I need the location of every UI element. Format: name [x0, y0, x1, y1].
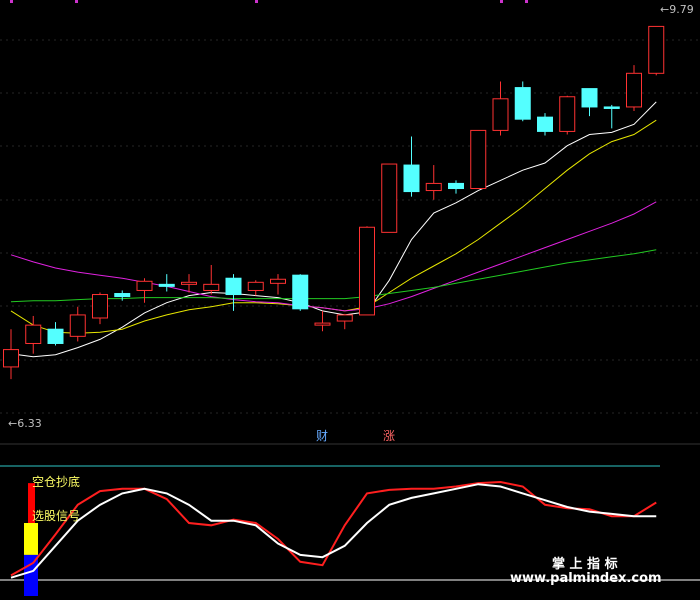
indicator-label-stock-signal: 选股信号 [32, 509, 80, 523]
event-markers: 财涨 [316, 428, 395, 443]
candle-body [603, 106, 620, 109]
candle-body [537, 116, 553, 132]
candle-body [3, 349, 19, 368]
low-price-label: ←6.33 [8, 417, 42, 430]
high-price-label: ←9.79 [660, 3, 694, 16]
candle-body [292, 274, 309, 310]
candle-body [403, 164, 420, 193]
top-dot [500, 0, 503, 3]
candle-body [158, 283, 175, 287]
marker-rise: 涨 [383, 428, 395, 443]
candle-body [203, 283, 220, 291]
candle-body [626, 72, 642, 108]
candle-body [514, 87, 531, 120]
stock-chart: ←6.33 ←9.79 财涨 空仓抄底 选股信号 掌 上 指 标 www.pal… [0, 0, 700, 596]
candle-body [25, 324, 42, 344]
watermark-title: 掌 上 指 标 [552, 556, 618, 572]
ma-line-4 [10, 249, 657, 303]
signal-bars [24, 483, 38, 596]
candle-body [314, 322, 331, 326]
candle-body [425, 182, 442, 192]
candle-body [181, 281, 197, 285]
candle-body [92, 294, 108, 319]
top-dot [525, 0, 528, 3]
candle-body [492, 98, 509, 131]
candle-body [136, 280, 153, 291]
candle-body [114, 293, 131, 298]
top-marker-dots [10, 0, 528, 3]
candlesticks [3, 25, 665, 380]
candle-body [470, 129, 487, 190]
watermark-url: www.palmindex.com [510, 571, 662, 586]
candle-body [47, 328, 64, 344]
candle-body [69, 314, 86, 337]
candle-body [336, 314, 353, 322]
indicator-label-bottom-fishing: 空仓抄底 [32, 474, 80, 489]
top-dot [10, 0, 13, 3]
candle-body [648, 25, 665, 74]
candle-body [381, 163, 398, 233]
top-dot [255, 0, 258, 3]
top-dot [75, 0, 78, 3]
candle-body [581, 88, 598, 108]
candle-body [225, 277, 242, 296]
candle-body [448, 182, 464, 190]
signal-bar-yellow [24, 523, 38, 555]
candle-body [270, 278, 286, 284]
candle-body [247, 281, 264, 291]
marker-finance: 财 [316, 429, 328, 443]
candle-body [559, 96, 576, 132]
candle-body [359, 226, 375, 316]
